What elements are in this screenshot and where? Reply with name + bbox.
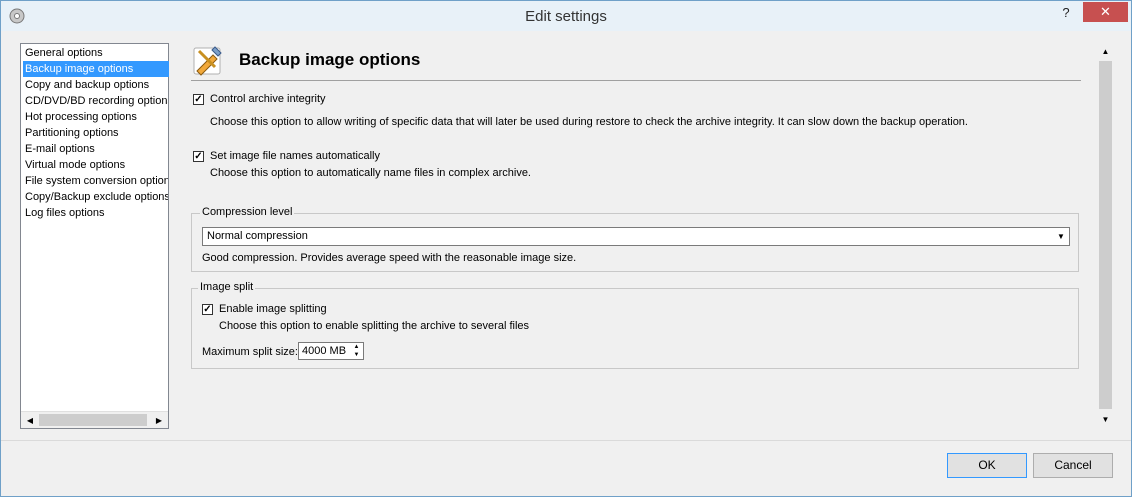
nav-item-exclude[interactable]: Copy/Backup exclude options <box>23 189 168 205</box>
nav-item-backup-image[interactable]: Backup image options <box>23 61 169 77</box>
chevron-down-icon[interactable]: ▼ <box>1054 229 1068 244</box>
nav-item-fs-conversion[interactable]: File system conversion options <box>23 173 168 189</box>
auto-names-label[interactable]: Set image file names automatically <box>210 150 380 162</box>
panel-title: Backup image options <box>239 50 421 69</box>
settings-category-list[interactable]: General options Backup image options Cop… <box>20 43 169 429</box>
enable-splitting-description: Choose this option to enable splitting t… <box>219 320 530 332</box>
close-button[interactable]: ✕ <box>1083 2 1128 22</box>
nav-item-log-files[interactable]: Log files options <box>23 205 168 221</box>
compression-level-group: Compression level Normal compression ▼ G… <box>191 206 1079 272</box>
header-divider <box>191 80 1081 81</box>
nav-item-copy-backup[interactable]: Copy and backup options <box>23 77 168 93</box>
max-split-size-label: Maximum split size: <box>202 346 298 358</box>
compression-selected-value: Normal compression <box>207 230 308 242</box>
scroll-up-arrow-icon[interactable]: ▲ <box>1099 45 1112 59</box>
nav-item-virtual-mode[interactable]: Virtual mode options <box>23 157 168 173</box>
edit-settings-dialog: Edit settings ? ✕ General options Backup… <box>0 0 1132 497</box>
compression-level-legend: Compression level <box>200 206 295 218</box>
scroll-left-arrow-icon[interactable]: ◀ <box>23 414 37 427</box>
max-split-size-spinner[interactable]: 4000 MB ▲ ▼ <box>298 342 364 360</box>
help-button[interactable]: ? <box>1053 5 1079 25</box>
ok-button[interactable]: OK <box>947 453 1027 478</box>
spin-down-arrow-icon[interactable]: ▼ <box>351 351 362 359</box>
compression-description: Good compression. Provides average speed… <box>202 252 577 264</box>
wrench-pencil-icon <box>193 46 222 76</box>
scroll-thumb[interactable] <box>39 414 147 426</box>
image-split-group: Image split ✓ Enable image splitting Cho… <box>191 281 1079 369</box>
compression-level-select[interactable]: Normal compression ▼ <box>202 227 1070 246</box>
cancel-button[interactable]: Cancel <box>1033 453 1113 478</box>
panel-vertical-scrollbar[interactable]: ▲ ▼ <box>1097 43 1114 429</box>
enable-splitting-checkbox[interactable]: ✓ <box>202 304 213 315</box>
spin-up-arrow-icon[interactable]: ▲ <box>351 343 362 351</box>
scroll-thumb[interactable] <box>1099 61 1112 409</box>
enable-splitting-label[interactable]: Enable image splitting <box>219 303 327 315</box>
auto-names-checkbox[interactable]: ✓ <box>193 151 204 162</box>
title-bar: Edit settings ? ✕ <box>1 1 1131 31</box>
auto-names-description: Choose this option to automatically name… <box>210 167 531 179</box>
scroll-right-arrow-icon[interactable]: ▶ <box>152 414 166 427</box>
control-integrity-checkbox[interactable]: ✓ <box>193 94 204 105</box>
control-integrity-description: Choose this option to allow writing of s… <box>210 116 968 128</box>
nav-item-general[interactable]: General options <box>23 45 168 61</box>
window-title: Edit settings <box>525 8 607 25</box>
max-split-size-value[interactable]: 4000 MB <box>302 345 346 357</box>
scroll-down-arrow-icon[interactable]: ▼ <box>1099 413 1112 427</box>
nav-item-hot-processing[interactable]: Hot processing options <box>23 109 168 125</box>
nav-item-partitioning[interactable]: Partitioning options <box>23 125 168 141</box>
nav-item-recording[interactable]: CD/DVD/BD recording options <box>23 93 168 109</box>
footer-divider <box>1 440 1131 441</box>
nav-horizontal-scrollbar[interactable]: ◀ ▶ <box>21 411 168 428</box>
control-integrity-label[interactable]: Control archive integrity <box>210 93 326 105</box>
image-split-legend: Image split <box>198 281 256 293</box>
nav-item-email[interactable]: E-mail options <box>23 141 168 157</box>
options-panel: Backup image options ✓ Control archive i… <box>181 43 1115 429</box>
